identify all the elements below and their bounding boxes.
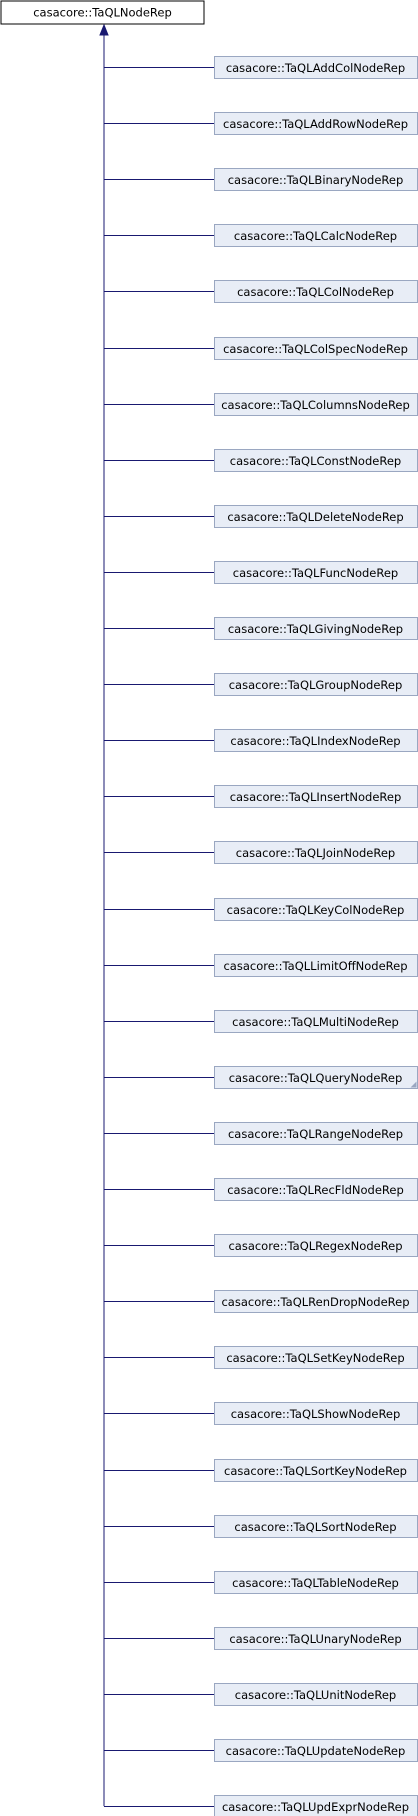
- derived-class-label: casacore::TaQLSortNodeRep: [234, 1520, 396, 1534]
- derived-class-node[interactable]: casacore::TaQLRecFldNodeRep: [214, 1178, 418, 1201]
- inheritance-edges: [99, 23, 214, 1807]
- derived-class-node[interactable]: casacore::TaQLUpdExprNodeRep: [214, 1795, 418, 1816]
- derived-class-node[interactable]: casacore::TaQLShowNodeRep: [214, 1402, 418, 1425]
- derived-class-node[interactable]: casacore::TaQLMultiNodeRep: [214, 1010, 418, 1033]
- derived-class-label: casacore::TaQLIndexNodeRep: [230, 734, 400, 748]
- derived-class-label: casacore::TaQLColSpecNodeRep: [223, 342, 408, 356]
- derived-class-node[interactable]: casacore::TaQLSetKeyNodeRep: [214, 1346, 418, 1369]
- derived-class-label: casacore::TaQLSortKeyNodeRep: [224, 1464, 407, 1478]
- derived-class-label: casacore::TaQLLimitOffNodeRep: [223, 959, 407, 973]
- derived-class-node[interactable]: casacore::TaQLSortNodeRep: [214, 1515, 418, 1538]
- derived-class-node[interactable]: casacore::TaQLBinaryNodeRep: [214, 168, 418, 191]
- derived-class-node[interactable]: casacore::TaQLColSpecNodeRep: [214, 337, 418, 360]
- derived-class-node[interactable]: casacore::TaQLUpdateNodeRep: [214, 1739, 418, 1762]
- base-class-label: casacore::TaQLNodeRep: [33, 6, 172, 20]
- derived-class-label: casacore::TaQLUpdExprNodeRep: [222, 1800, 409, 1814]
- derived-class-node[interactable]: casacore::TaQLUnitNodeRep: [214, 1683, 418, 1706]
- derived-class-label: casacore::TaQLFuncNodeRep: [233, 566, 398, 580]
- derived-class-node[interactable]: casacore::TaQLQueryNodeRep: [214, 1066, 418, 1089]
- derived-class-label: casacore::TaQLDeleteNodeRep: [227, 510, 403, 524]
- derived-class-node[interactable]: casacore::TaQLGroupNodeRep: [214, 673, 418, 696]
- derived-class-label: casacore::TaQLInsertNodeRep: [230, 790, 402, 804]
- derived-class-node[interactable]: casacore::TaQLIndexNodeRep: [214, 729, 418, 752]
- derived-class-node[interactable]: casacore::TaQLKeyColNodeRep: [214, 898, 418, 921]
- derived-class-label: casacore::TaQLTableNodeRep: [232, 1576, 399, 1590]
- derived-class-node[interactable]: casacore::TaQLColNodeRep: [214, 280, 418, 303]
- derived-classes: casacore::TaQLAddColNodeRepcasacore::TaQ…: [214, 56, 418, 1816]
- inheritance-arrowhead: [99, 23, 109, 36]
- derived-class-node[interactable]: casacore::TaQLTableNodeRep: [214, 1571, 418, 1594]
- derived-class-node[interactable]: casacore::TaQLSortKeyNodeRep: [214, 1459, 418, 1482]
- derived-class-label: casacore::TaQLShowNodeRep: [231, 1407, 401, 1421]
- derived-class-label: casacore::TaQLQueryNodeRep: [229, 1071, 403, 1085]
- derived-class-label: casacore::TaQLMultiNodeRep: [232, 1015, 399, 1029]
- derived-class-label: casacore::TaQLRangeNodeRep: [228, 1127, 403, 1141]
- derived-class-node[interactable]: casacore::TaQLJoinNodeRep: [214, 841, 418, 864]
- derived-class-label: casacore::TaQLBinaryNodeRep: [228, 173, 404, 187]
- derived-class-label: casacore::TaQLUnitNodeRep: [235, 1688, 396, 1702]
- derived-class-label: casacore::TaQLAddColNodeRep: [226, 61, 405, 75]
- derived-class-label: casacore::TaQLCalcNodeRep: [234, 229, 397, 243]
- derived-class-label: casacore::TaQLUpdateNodeRep: [226, 1744, 406, 1758]
- derived-class-node[interactable]: casacore::TaQLUnaryNodeRep: [214, 1627, 418, 1650]
- derived-class-node[interactable]: casacore::TaQLFuncNodeRep: [214, 561, 418, 584]
- derived-class-label: casacore::TaQLColumnsNodeRep: [221, 398, 410, 412]
- derived-class-label: casacore::TaQLUnaryNodeRep: [229, 1632, 401, 1646]
- derived-class-node[interactable]: casacore::TaQLRangeNodeRep: [214, 1122, 418, 1145]
- derived-class-node[interactable]: casacore::TaQLAddRowNodeRep: [214, 112, 418, 135]
- derived-class-label: casacore::TaQLSetKeyNodeRep: [226, 1351, 404, 1365]
- derived-class-node[interactable]: casacore::TaQLRegexNodeRep: [214, 1234, 418, 1257]
- derived-class-label: casacore::TaQLAddRowNodeRep: [223, 117, 408, 131]
- derived-class-node[interactable]: casacore::TaQLDeleteNodeRep: [214, 505, 418, 528]
- derived-class-label: casacore::TaQLConstNodeRep: [230, 454, 401, 468]
- inheritance-diagram: casacore::TaQLNodeRep casacore::TaQLAddC…: [0, 0, 418, 1816]
- derived-class-label: casacore::TaQLRecFldNodeRep: [227, 1183, 404, 1197]
- derived-class-label: casacore::TaQLGroupNodeRep: [229, 678, 403, 692]
- derived-class-node[interactable]: casacore::TaQLColumnsNodeRep: [214, 393, 418, 416]
- derived-class-label: casacore::TaQLKeyColNodeRep: [227, 903, 405, 917]
- derived-class-node[interactable]: casacore::TaQLCalcNodeRep: [214, 224, 418, 247]
- derived-class-node[interactable]: casacore::TaQLInsertNodeRep: [214, 785, 418, 808]
- derived-class-node[interactable]: casacore::TaQLLimitOffNodeRep: [214, 954, 418, 977]
- derived-class-node[interactable]: casacore::TaQLGivingNodeRep: [214, 617, 418, 640]
- derived-class-label: casacore::TaQLGivingNodeRep: [228, 622, 403, 636]
- derived-class-label: casacore::TaQLJoinNodeRep: [236, 846, 395, 860]
- derived-class-label: casacore::TaQLRegexNodeRep: [228, 1239, 402, 1253]
- derived-class-node[interactable]: casacore::TaQLAddColNodeRep: [214, 56, 418, 79]
- base-class-node[interactable]: casacore::TaQLNodeRep: [0, 0, 205, 25]
- derived-class-node[interactable]: casacore::TaQLConstNodeRep: [214, 449, 418, 472]
- derived-class-label: casacore::TaQLRenDropNodeRep: [221, 1295, 409, 1309]
- derived-class-node[interactable]: casacore::TaQLRenDropNodeRep: [214, 1290, 418, 1313]
- derived-class-label: casacore::TaQLColNodeRep: [237, 285, 394, 299]
